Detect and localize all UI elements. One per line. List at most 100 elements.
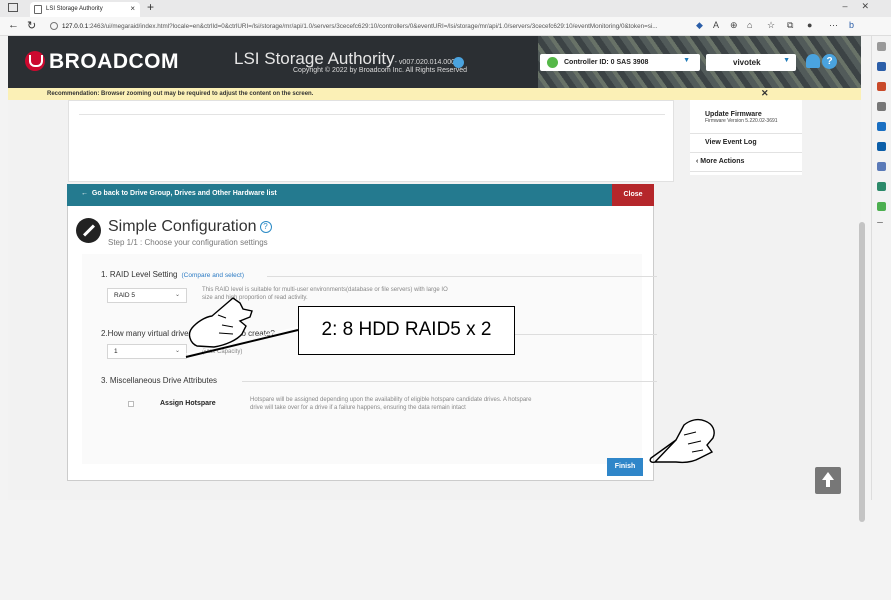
background-panel — [68, 100, 674, 182]
help-icon[interactable]: ? — [822, 54, 837, 69]
info-icon — [50, 22, 58, 30]
back-link-label: Go back to Drive Group, Drives and Other… — [91, 190, 277, 197]
search-icon[interactable] — [877, 42, 886, 51]
collections-icon[interactable]: ⧉ — [787, 20, 793, 31]
sidebar-app-icon[interactable] — [877, 82, 886, 91]
dialog-title-text: Simple Configuration — [108, 218, 257, 235]
server-icon[interactable] — [453, 57, 464, 68]
add-icon[interactable] — [877, 222, 883, 223]
zoom-icon[interactable]: ⊕ — [730, 20, 738, 31]
sidebar-app-icon[interactable] — [877, 202, 886, 211]
scroll-to-top-button[interactable] — [815, 467, 841, 494]
finish-button[interactable]: Finish — [607, 458, 643, 476]
favorite-icon[interactable]: ☆ — [767, 20, 775, 31]
virtual-drives-description: (Max Capacity) — [202, 349, 243, 355]
copilot-icon[interactable]: b — [849, 20, 854, 30]
virtual-drives-value: 1 — [114, 348, 118, 355]
app-title: LSI Storage Authority- v007.020.014.000 — [234, 49, 455, 69]
virtual-drives-heading: 2.How many virtual drives do you wish to… — [101, 329, 275, 338]
sidebar-app-icon[interactable] — [877, 162, 886, 171]
raid-level-description: This RAID level is suitable for multi-us… — [202, 287, 448, 301]
view-event-log-label: View Event Log — [705, 139, 757, 146]
sidebar-app-icon[interactable] — [877, 102, 886, 111]
more-actions-action[interactable]: ‹ More Actions — [690, 153, 802, 172]
address-bar: ← ↻ 127.0.0.1:2463/ui/megaraid/index.htm… — [0, 17, 891, 36]
assign-hotspare-checkbox[interactable] — [128, 401, 134, 407]
page-scrollbar[interactable] — [857, 122, 869, 600]
divider — [242, 381, 657, 382]
url-field[interactable]: 127.0.0.1:2463/ui/megaraid/index.html?lo… — [48, 19, 688, 34]
browser-sidebar — [871, 36, 891, 500]
sidebar-app-icon[interactable] — [877, 142, 886, 151]
controller-selector[interactable]: Controller ID: 0 SAS 3908 ▼ — [540, 54, 700, 71]
refresh-icon[interactable]: ↻ — [27, 19, 36, 32]
more-icon[interactable]: ⋯ — [829, 20, 838, 31]
sidebar-app-icon[interactable] — [877, 182, 886, 191]
hotspare-description: Hotspare will be assigned depending upon… — [250, 397, 532, 411]
copyright: Copyright © 2022 by Broadcom Inc. All Ri… — [293, 67, 468, 74]
tab-actions-icon[interactable] — [8, 3, 18, 12]
app-title-text: LSI Storage Authority — [234, 49, 395, 68]
annotation-callout: 2: 8 HDD RAID5 x 2 — [298, 306, 515, 355]
scrollbar-thumb[interactable] — [859, 222, 865, 522]
misc-attributes-heading: 3. Miscellaneous Drive Attributes — [101, 376, 218, 385]
chevron-down-icon: ▼ — [783, 57, 790, 64]
update-firmware-action[interactable]: Update Firmware Firmware Version 5.220.0… — [690, 108, 802, 134]
app-header: BROADCOM LSI Storage Authority- v007.020… — [8, 36, 861, 88]
controller-label: Controller ID: 0 SAS 3908 — [564, 59, 649, 66]
brand-name: BROADCOM — [49, 50, 179, 73]
browser-tab-bar: LSI Storage Authority × + –✕ — [0, 0, 891, 17]
check-icon — [547, 57, 558, 68]
close-button[interactable]: Close — [612, 184, 654, 206]
window-controls[interactable]: –✕ — [842, 1, 883, 12]
raid-level-value: RAID 5 — [114, 292, 135, 299]
more-actions-label: More Actions — [700, 158, 745, 165]
app-version: - v007.020.014.000 — [394, 59, 455, 66]
raid-level-select[interactable]: RAID 5 ⌄ — [107, 288, 187, 303]
step-text: Step 1/1 : Choose your configuration set… — [108, 238, 268, 247]
raid-level-heading: 1. RAID Level Setting (Compare and select… — [101, 270, 244, 279]
back-to-drive-group-link[interactable]: ← Go back to Drive Group, Drives and Oth… — [81, 190, 277, 197]
url-host: 127.0.0.1 — [62, 23, 89, 30]
read-aloud-icon[interactable]: A — [713, 20, 719, 30]
assign-hotspare-label: Assign Hotspare — [160, 400, 216, 407]
broadcom-logo: BROADCOM — [25, 50, 179, 74]
browser-tab[interactable]: LSI Storage Authority × — [30, 2, 140, 17]
arrow-left-icon: ← — [81, 190, 92, 197]
modal-header: ← Go back to Drive Group, Drives and Oth… — [67, 184, 654, 206]
sidebar-app-icon[interactable] — [877, 122, 886, 131]
bell-icon[interactable] — [806, 54, 820, 68]
configuration-form: 1. RAID Level Setting (Compare and select… — [82, 254, 657, 464]
divider — [79, 114, 665, 115]
broadcom-logo-icon — [25, 51, 45, 71]
chevron-down-icon: ⌄ — [174, 292, 180, 298]
divider — [267, 276, 657, 277]
recommendation-text: Recommendation: Browser zooming out may … — [47, 91, 314, 97]
wrench-icon — [76, 218, 101, 243]
profile-icon[interactable]: ● — [807, 20, 812, 30]
tab-title: LSI Storage Authority — [46, 6, 103, 12]
recommendation-bar: Recommendation: Browser zooming out may … — [8, 88, 861, 100]
extension-icon[interactable]: ◆ — [696, 20, 703, 31]
chevron-down-icon: ⌄ — [174, 348, 180, 354]
back-icon[interactable]: ← — [8, 19, 19, 31]
url-path: :2463/ui/megaraid/index.html?locale=en&c… — [88, 23, 658, 30]
user-selector[interactable]: vivotek ▼ — [706, 54, 796, 71]
update-firmware-label: Update Firmware — [705, 111, 762, 118]
tab-close-icon[interactable]: × — [130, 4, 135, 13]
compare-and-select-link[interactable]: (Compare and select) — [181, 272, 244, 279]
raid-level-heading-text: 1. RAID Level Setting — [101, 270, 178, 279]
user-name: vivotek — [733, 58, 761, 67]
new-tab-icon[interactable]: + — [147, 0, 154, 14]
dialog-title: Simple Configuration? — [108, 218, 272, 236]
firmware-version: Firmware Version 5.220.02-3691 — [705, 118, 778, 124]
page-icon — [34, 5, 42, 14]
help-icon[interactable]: ? — [259, 221, 272, 233]
actions-panel: Update Firmware Firmware Version 5.220.0… — [690, 100, 802, 175]
chevron-down-icon: ▼ — [683, 57, 690, 64]
close-icon[interactable]: ✕ — [761, 88, 769, 99]
view-event-log-action[interactable]: View Event Log — [690, 134, 802, 153]
virtual-drives-select[interactable]: 1 ⌄ — [107, 344, 187, 359]
sidebar-app-icon[interactable] — [877, 62, 886, 71]
tracking-icon[interactable]: ⌂ — [747, 20, 752, 30]
